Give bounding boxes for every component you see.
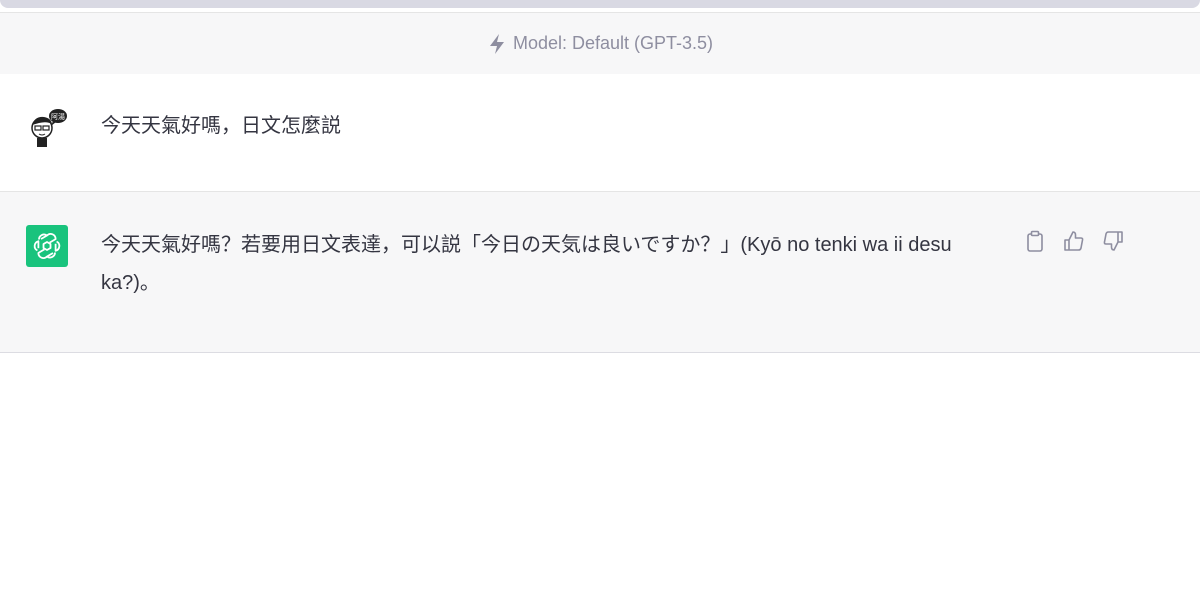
message-actions bbox=[1022, 228, 1125, 253]
assistant-message-text: 今天天氣好嗎？若要用日文表達，可以説「今日の天気は良いですか？」(Kyō no … bbox=[101, 234, 952, 294]
top-scrollbar[interactable] bbox=[0, 0, 1200, 12]
model-bar: Model: Default (GPT-3.5) bbox=[0, 12, 1200, 75]
thumbs-down-icon[interactable] bbox=[1100, 228, 1125, 253]
assistant-message: 今天天氣好嗎？若要用日文表達，可以説「今日の天気は良いですか？」(Kyō no … bbox=[0, 192, 1200, 353]
lightning-bolt-icon bbox=[487, 33, 507, 55]
avatar-text: 阿湯 bbox=[51, 112, 65, 121]
model-label: Model: Default (GPT-3.5) bbox=[512, 33, 714, 53]
user-message: 阿湯 今天天氣好嗎，日文怎麼説 bbox=[0, 74, 1200, 192]
openai-logo-icon bbox=[26, 225, 68, 267]
scroll-track[interactable] bbox=[0, 0, 1200, 8]
user-avatar: 阿湯 bbox=[25, 108, 68, 151]
thumbs-up-icon[interactable] bbox=[1061, 228, 1086, 253]
clipboard-icon[interactable] bbox=[1022, 228, 1047, 253]
user-message-text: 今天天氣好嗎，日文怎麼説 bbox=[101, 115, 341, 137]
